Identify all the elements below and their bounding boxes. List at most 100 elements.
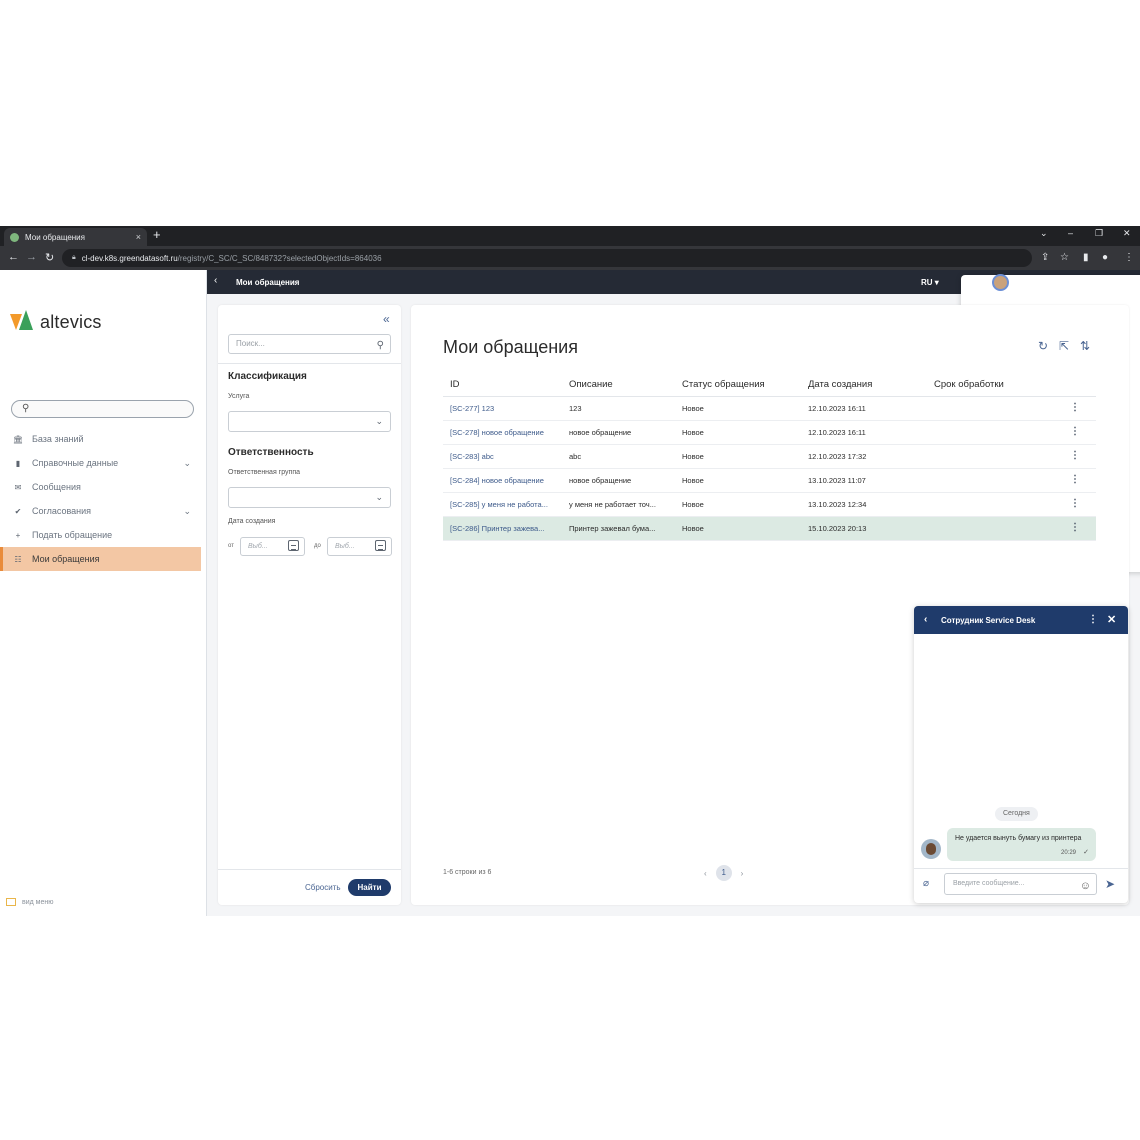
row-menu-icon[interactable]: ⋮ bbox=[1070, 450, 1080, 461]
window-close-icon[interactable]: ✕ bbox=[1123, 228, 1131, 239]
sort-icon[interactable]: ⇅ bbox=[1080, 339, 1090, 353]
row-menu-icon[interactable]: ⋮ bbox=[1070, 522, 1080, 533]
table-row[interactable]: [SC-278] новое обращение новое обращение… bbox=[443, 421, 1096, 445]
list-icon: ☷ bbox=[14, 554, 22, 564]
profile-icon[interactable]: ● bbox=[1102, 252, 1108, 263]
browser-address-bar: ← → ↻ 🔒︎ cl-dev.k8s.greendatasoft.ru /re… bbox=[0, 246, 1140, 270]
table-row[interactable]: [SC-283] abc abc Новое 12.10.2023 17:32 … bbox=[443, 445, 1096, 469]
date-from-input[interactable]: Выб... bbox=[240, 537, 305, 556]
chevron-down-icon[interactable]: ⌄ bbox=[183, 506, 191, 517]
column-header-description[interactable]: Описание bbox=[569, 379, 682, 390]
browser-menu-icon[interactable]: ⋮ bbox=[1124, 252, 1134, 263]
lock-icon: 🔒︎ bbox=[72, 254, 76, 261]
sidebar-item-reference-data[interactable]: ▮ Справочные данные ⌄ bbox=[0, 451, 201, 475]
search-icon[interactable]: ⚲ bbox=[377, 337, 384, 355]
cell-created: 13.10.2023 11:07 bbox=[808, 476, 866, 485]
cell-id[interactable]: [SC-284] новое обращение bbox=[443, 476, 569, 485]
find-button[interactable]: Найти bbox=[348, 879, 391, 896]
reload-icon[interactable]: ↻ bbox=[45, 251, 54, 264]
service-select[interactable]: ⌄ bbox=[228, 411, 391, 432]
browser-window: Мои обращения × + ⌄ – ❐ ✕ ← → ↻ 🔒︎ cl-de… bbox=[0, 226, 1140, 916]
tab-close-icon[interactable]: × bbox=[136, 232, 141, 242]
table-row[interactable]: [SC-284] новое обращение новое обращение… bbox=[443, 469, 1096, 493]
cell-id[interactable]: [SC-283] abc bbox=[443, 452, 569, 461]
chevron-down-icon: ⌄ bbox=[375, 416, 383, 426]
chat-close-icon[interactable]: ✕ bbox=[1107, 613, 1116, 626]
favicon-icon bbox=[10, 232, 19, 242]
row-menu-icon[interactable]: ⋮ bbox=[1070, 402, 1080, 413]
calendar-icon[interactable] bbox=[288, 540, 299, 551]
export-icon[interactable]: ⇱ bbox=[1059, 339, 1069, 353]
language-selector[interactable]: RU ▾ bbox=[921, 278, 939, 287]
reset-button[interactable]: Сбросить bbox=[305, 883, 341, 892]
sidebar-item-label: Сообщения bbox=[32, 482, 81, 492]
group-select[interactable]: ⌄ bbox=[228, 487, 391, 508]
chat-header: ‹ Сотрудник Service Desk ⋮ ✕ bbox=[914, 606, 1128, 634]
chevron-down-icon[interactable]: ⌄ bbox=[183, 458, 191, 469]
app-header: ‹ Мои обращения RU ▾ 🗪︎ Кукушкин Иван Бо… bbox=[207, 270, 1140, 572]
message-time: 20:29 bbox=[1060, 850, 1076, 856]
sidebar-item-approvals[interactable]: ✔ Согласования ⌄ bbox=[0, 499, 201, 523]
sidebar-search-input[interactable]: ⚲ bbox=[11, 400, 194, 418]
cell-id[interactable]: [SC-286] Принтер зажева... bbox=[443, 524, 569, 533]
back-arrow-icon[interactable]: ← bbox=[8, 251, 19, 263]
chat-message-input[interactable]: Введите сообщение... ☺ bbox=[944, 873, 1097, 895]
sidebar-item-messages[interactable]: ✉ Сообщения bbox=[0, 475, 201, 499]
row-menu-icon[interactable]: ⋮ bbox=[1070, 426, 1080, 437]
tab-search-icon[interactable]: ⌄ bbox=[1040, 228, 1048, 239]
page-number-button[interactable]: 1 bbox=[715, 865, 732, 881]
sidebar-item-submit-request[interactable]: + Подать обращение bbox=[0, 523, 201, 547]
cell-status: Новое bbox=[682, 452, 704, 461]
column-header-created[interactable]: Дата создания bbox=[808, 379, 934, 390]
chat-back-icon[interactable]: ‹ bbox=[924, 614, 927, 625]
page-title: Мои обращения bbox=[443, 337, 578, 357]
logo-text: altevics bbox=[40, 311, 102, 332]
restore-icon[interactable]: ❐ bbox=[1095, 228, 1103, 239]
service-label: Услуга bbox=[228, 393, 250, 400]
cell-created: 15.10.2023 20:13 bbox=[808, 524, 867, 533]
attach-icon[interactable]: ⌀ bbox=[923, 878, 929, 889]
table-row[interactable]: [SC-285] у меня не работа... у меня не р… bbox=[443, 493, 1096, 517]
date-to-input[interactable]: Выб... bbox=[327, 537, 392, 556]
header-back-icon[interactable]: ‹ bbox=[214, 275, 217, 286]
calendar-icon[interactable] bbox=[375, 540, 386, 551]
table-header: ID Описание Статус обращения Дата создан… bbox=[443, 373, 1096, 397]
sidebar-item-my-requests[interactable]: ☷ Мои обращения bbox=[0, 547, 201, 571]
minimize-icon[interactable]: – bbox=[1068, 228, 1073, 238]
user-name[interactable]: Кукушкин Иван Борисович bbox=[1016, 278, 1114, 287]
sidebar-item-knowledge-base[interactable]: 🏛︎ База знаний bbox=[0, 427, 201, 451]
table-row[interactable]: [SC-277] 123 123 Новое 12.10.2023 16:11 … bbox=[443, 397, 1096, 421]
table-row-selected[interactable]: [SC-286] Принтер зажева... Принтер зажев… bbox=[443, 517, 1096, 541]
row-menu-icon[interactable]: ⋮ bbox=[1070, 474, 1080, 485]
forward-arrow-icon[interactable]: → bbox=[26, 251, 37, 263]
chat-menu-icon[interactable]: ⋮ bbox=[1088, 614, 1098, 625]
chat-message: Не удается вынуть бумагу из принтера 20:… bbox=[947, 828, 1096, 861]
next-page-icon[interactable]: › bbox=[741, 869, 744, 878]
column-header-id[interactable]: ID bbox=[443, 379, 569, 390]
cell-id[interactable]: [SC-277] 123 bbox=[443, 404, 569, 413]
url-field[interactable]: 🔒︎ cl-dev.k8s.greendatasoft.ru /registry… bbox=[62, 249, 1032, 267]
cell-id[interactable]: [SC-285] у меня не работа... bbox=[443, 500, 569, 509]
sidebar-item-label: Справочные данные bbox=[32, 458, 119, 468]
logo-mark-icon bbox=[10, 310, 34, 334]
new-tab-button[interactable]: + bbox=[153, 227, 161, 242]
column-header-deadline[interactable]: Срок обработки bbox=[934, 379, 1060, 390]
bank-icon: 🏛︎ bbox=[12, 434, 24, 444]
cell-id[interactable]: [SC-278] новое обращение bbox=[443, 428, 569, 437]
collapse-panel-icon[interactable]: « bbox=[383, 312, 390, 326]
share-icon[interactable]: ⇪ bbox=[1041, 252, 1049, 263]
row-menu-icon[interactable]: ⋮ bbox=[1070, 498, 1080, 509]
classification-title: Классификация bbox=[228, 371, 307, 382]
menu-view-toggle[interactable]: вид меню bbox=[6, 898, 53, 906]
emoji-icon[interactable]: ☺ bbox=[1080, 876, 1091, 896]
refresh-icon[interactable]: ↻ bbox=[1038, 339, 1048, 353]
header-title: Мои обращения bbox=[236, 278, 300, 287]
send-icon[interactable]: ➤ bbox=[1105, 877, 1115, 891]
user-avatar[interactable] bbox=[992, 274, 1009, 291]
filter-search-input[interactable]: Поиск... ⚲ bbox=[228, 334, 391, 354]
prev-page-icon[interactable]: ‹ bbox=[704, 869, 707, 878]
sidepanel-icon[interactable]: ▮ bbox=[1083, 252, 1089, 263]
browser-tab[interactable]: Мои обращения × bbox=[4, 228, 147, 246]
column-header-status[interactable]: Статус обращения bbox=[682, 379, 808, 390]
bookmark-star-icon[interactable]: ☆ bbox=[1060, 252, 1069, 263]
